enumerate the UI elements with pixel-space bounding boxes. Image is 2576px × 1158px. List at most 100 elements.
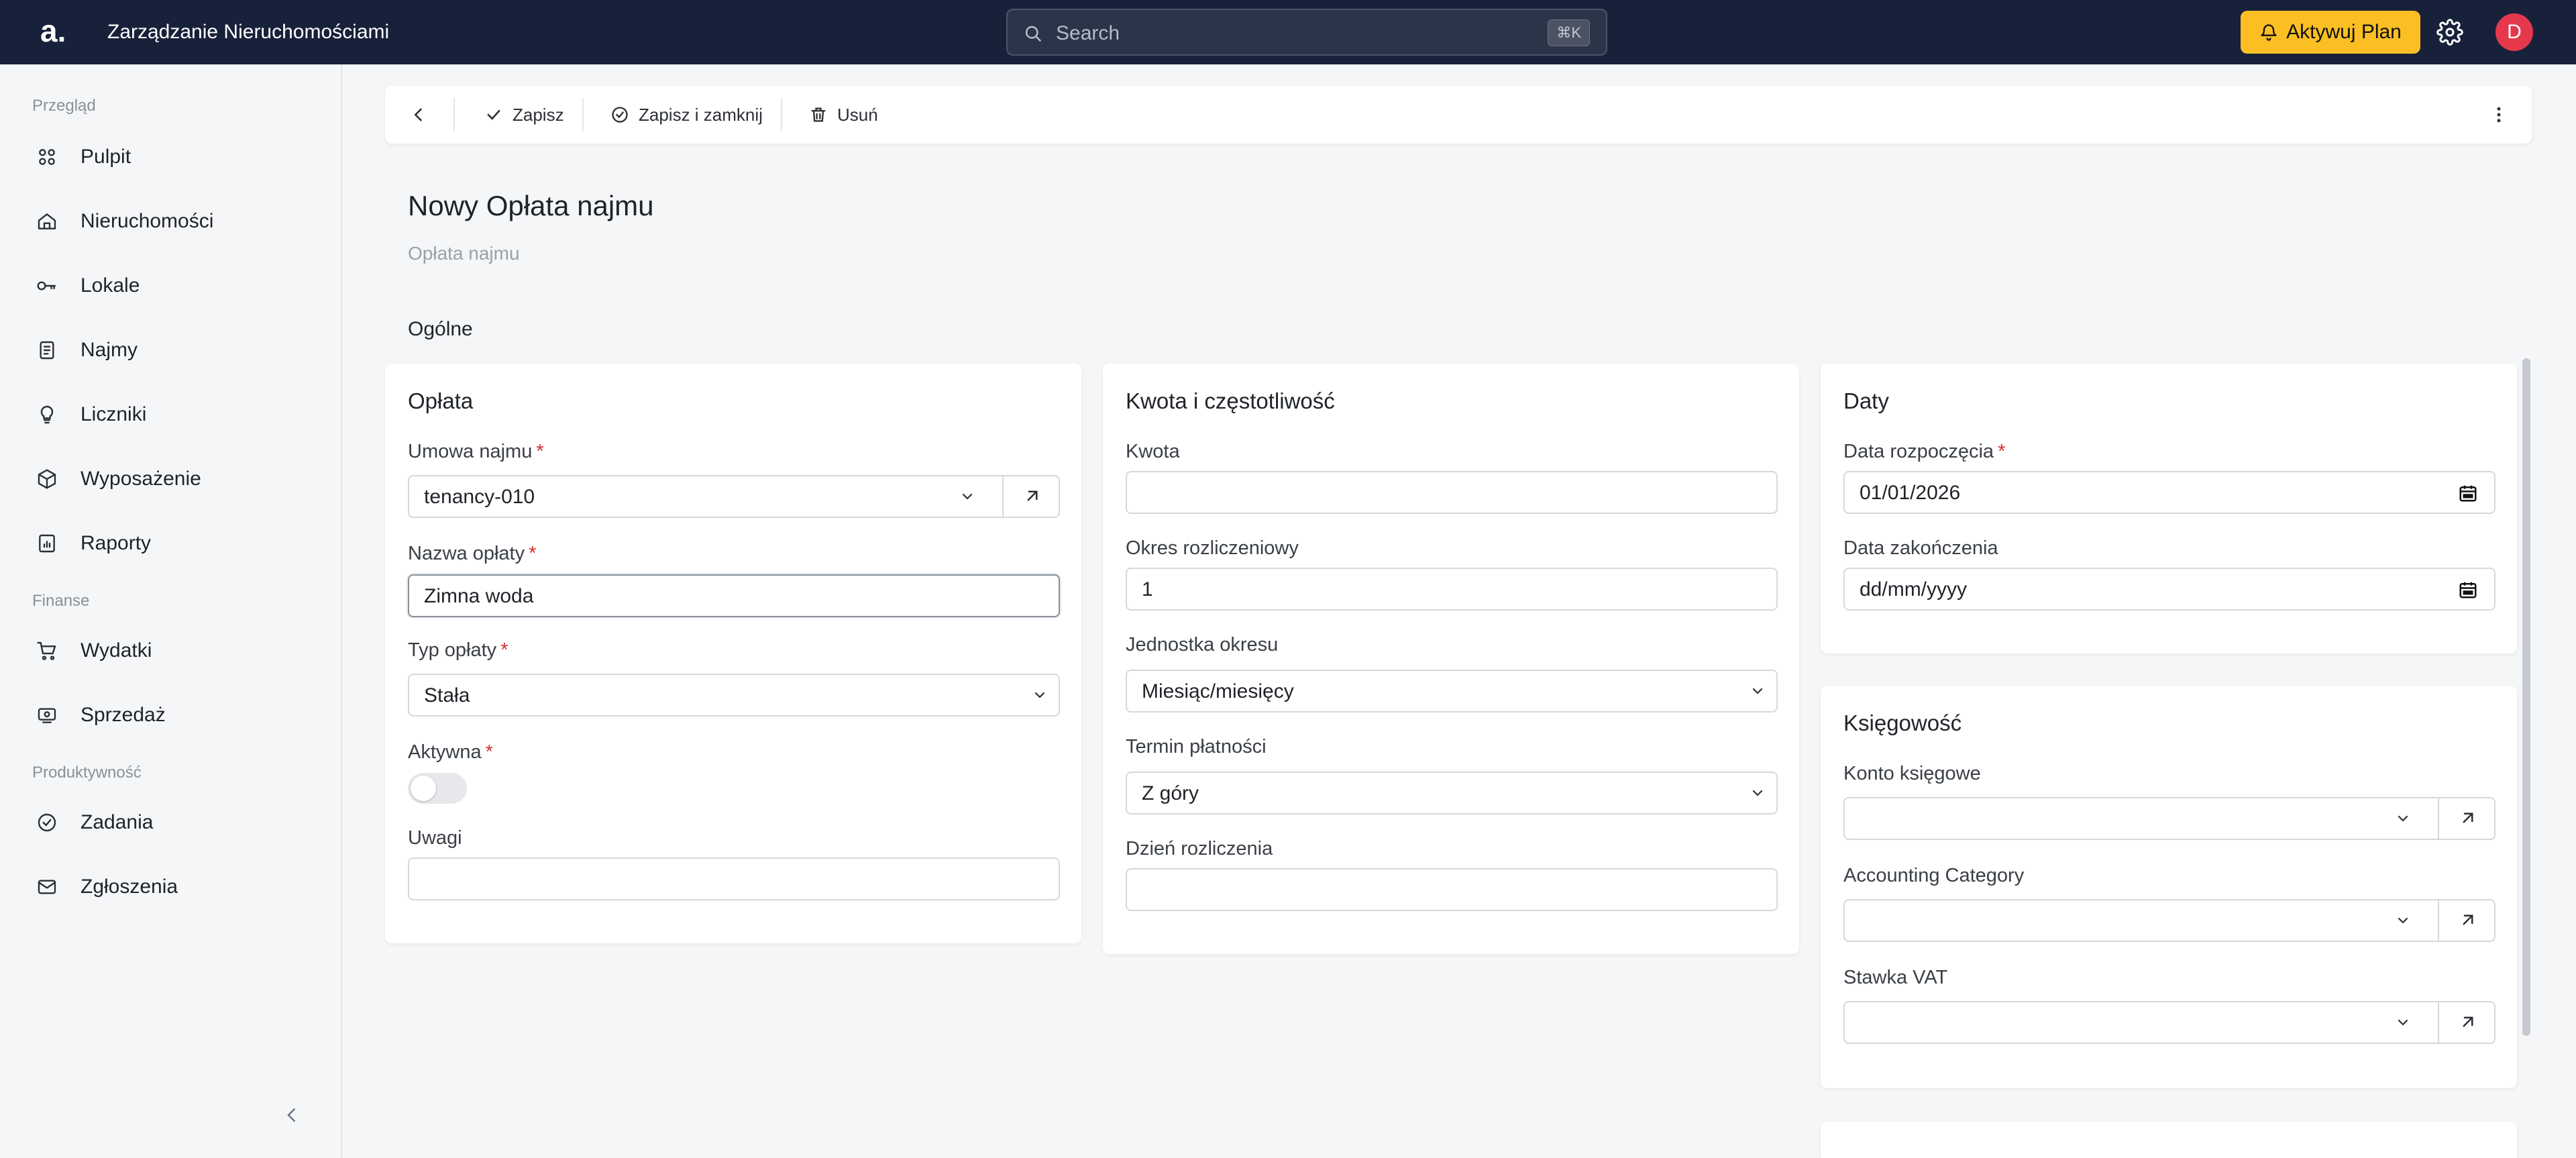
toolbar-divider xyxy=(781,98,782,131)
page-title: Nowy Opłata najmu xyxy=(408,190,654,221)
active-label-text: Aktywna xyxy=(408,741,482,763)
grid-icon xyxy=(32,146,62,168)
card-title: Daty xyxy=(1843,388,1889,413)
check-circle-icon xyxy=(610,105,629,124)
open-link-icon[interactable] xyxy=(2458,808,2478,828)
sidebar-item-zgloszenia[interactable]: Zgłoszenia xyxy=(32,868,314,906)
calendar-icon[interactable] xyxy=(2458,580,2478,600)
required-marker: * xyxy=(500,639,508,661)
toggle-knob xyxy=(411,776,436,801)
required-marker: * xyxy=(536,441,544,462)
collapse-sidebar-icon[interactable] xyxy=(282,1102,302,1128)
sidebar-item-wyposazenie[interactable]: Wyposażenie xyxy=(32,460,314,498)
key-icon xyxy=(32,275,62,297)
tenancy-label-text: Umowa najmu xyxy=(408,441,533,462)
billing-period-field-label: Okres rozliczeniowy xyxy=(1126,537,1299,559)
fee-name-field-label: Nazwa opłaty * xyxy=(408,542,536,565)
form-toolbar: Zapisz Zapisz i zamknij Usuń xyxy=(385,86,2532,144)
start-date-field-label: Data rozpoczęcia * xyxy=(1843,440,2005,463)
end-date-input[interactable]: dd/mm/yyyy xyxy=(1843,568,2496,611)
chevron-down-icon xyxy=(2395,810,2411,827)
mail-icon xyxy=(32,876,62,898)
sidebar-item-nieruchomosci[interactable]: Nieruchomości xyxy=(32,203,314,240)
search-icon xyxy=(1024,24,1042,43)
sidebar-item-raporty[interactable]: Raporty xyxy=(32,525,314,562)
field-divider xyxy=(1002,476,1004,517)
sidebar-section-finance: Finanse xyxy=(32,592,90,610)
chevron-down-icon xyxy=(959,488,975,505)
sidebar-item-label: Nieruchomości xyxy=(80,210,214,232)
avatar[interactable]: D xyxy=(2496,13,2533,51)
check-icon xyxy=(484,105,503,124)
open-link-icon[interactable] xyxy=(2458,910,2478,930)
activate-plan-button[interactable]: Aktywuj Plan xyxy=(2241,11,2420,54)
accounting-category-select[interactable] xyxy=(1843,899,2496,942)
box-icon xyxy=(32,468,62,490)
billing-period-input[interactable]: 1 xyxy=(1126,568,1778,611)
save-label: Zapisz xyxy=(513,104,564,125)
vat-rate-field-label: Stawka VAT xyxy=(1843,967,1948,988)
page-subtitle: Opłata najmu xyxy=(408,243,520,264)
search-input[interactable]: Search ⌘K xyxy=(1006,9,1607,56)
sidebar-item-label: Zadania xyxy=(80,811,154,833)
sidebar-item-sprzedaz[interactable]: Sprzedaż xyxy=(32,696,314,734)
fee-type-label-text: Typ opłaty xyxy=(408,639,497,661)
payment-term-select[interactable]: Z góry xyxy=(1126,772,1778,814)
app-logo[interactable]: a. xyxy=(40,15,66,47)
chevron-down-icon xyxy=(1750,785,1766,801)
active-toggle[interactable] xyxy=(408,773,467,804)
chevron-down-icon xyxy=(2395,912,2411,929)
sidebar-item-pulpit[interactable]: Pulpit xyxy=(32,138,314,176)
sidebar-item-zadania[interactable]: Zadania xyxy=(32,804,314,841)
start-date-input[interactable]: 01/01/2026 xyxy=(1843,471,2496,514)
billing-day-input[interactable] xyxy=(1126,868,1778,911)
fee-type-field-label: Typ opłaty * xyxy=(408,639,508,662)
tenancy-value: tenancy-010 xyxy=(424,486,535,508)
search-placeholder: Search xyxy=(1056,22,1120,44)
calendar-icon[interactable] xyxy=(2458,483,2478,503)
fee-type-select[interactable]: Stała xyxy=(408,674,1060,717)
toolbar-divider xyxy=(582,98,584,131)
fee-name-input[interactable]: Zimna woda xyxy=(408,574,1060,617)
field-divider xyxy=(2438,798,2439,839)
app-title: Zarządzanie Nieruchomościami xyxy=(107,21,390,43)
card-dates: Daty Data rozpoczęcia * 01/01/2026 Data z… xyxy=(1821,364,2517,653)
notes-input[interactable] xyxy=(408,857,1060,900)
sidebar-item-label: Lokale xyxy=(80,274,140,297)
fee-type-value: Stała xyxy=(424,684,470,706)
save-button[interactable]: Zapisz xyxy=(484,86,564,144)
delete-button[interactable]: Usuń xyxy=(809,86,878,144)
sidebar-item-label: Pulpit xyxy=(80,146,131,168)
open-link-icon[interactable] xyxy=(1022,486,1042,506)
more-options-icon[interactable] xyxy=(2489,105,2509,125)
sidebar-item-label: Wydatki xyxy=(80,639,152,662)
sidebar-item-wydatki[interactable]: Wydatki xyxy=(32,632,314,670)
save-and-close-button[interactable]: Zapisz i zamknij xyxy=(610,86,763,144)
sidebar-item-liczniki[interactable]: Liczniki xyxy=(32,396,314,433)
document-icon xyxy=(32,339,62,361)
period-unit-value: Miesiąc/miesięcy xyxy=(1142,680,1294,702)
open-link-icon[interactable] xyxy=(2458,1012,2478,1032)
account-select[interactable] xyxy=(1843,797,2496,840)
sidebar-item-label: Raporty xyxy=(80,532,152,554)
period-unit-field-label: Jednostka okresu xyxy=(1126,634,1279,655)
card-next-partial xyxy=(1821,1122,2517,1158)
house-icon xyxy=(32,211,62,232)
payment-term-value: Z góry xyxy=(1142,782,1199,804)
tenancy-select[interactable]: tenancy-010 xyxy=(408,475,1060,518)
main-scrollbar[interactable] xyxy=(2522,358,2530,1036)
required-marker: * xyxy=(485,741,493,763)
account-field-label: Konto księgowe xyxy=(1843,763,1981,784)
back-button[interactable] xyxy=(409,86,428,144)
gear-icon[interactable] xyxy=(2436,19,2463,46)
period-unit-select[interactable]: Miesiąc/miesięcy xyxy=(1126,670,1778,713)
trash-icon xyxy=(809,105,828,124)
end-date-field-label: Data zakończenia xyxy=(1843,537,1998,559)
vat-rate-select[interactable] xyxy=(1843,1001,2496,1044)
amount-input[interactable] xyxy=(1126,471,1778,514)
sidebar-item-najmy[interactable]: Najmy xyxy=(32,331,314,369)
start-date-value: 01/01/2026 xyxy=(1860,482,1961,504)
sidebar-item-lokale[interactable]: Lokale xyxy=(32,267,314,305)
top-bar: a. Zarządzanie Nieruchomościami Search ⌘… xyxy=(0,0,2576,64)
card-title: Księgowość xyxy=(1843,710,1962,735)
